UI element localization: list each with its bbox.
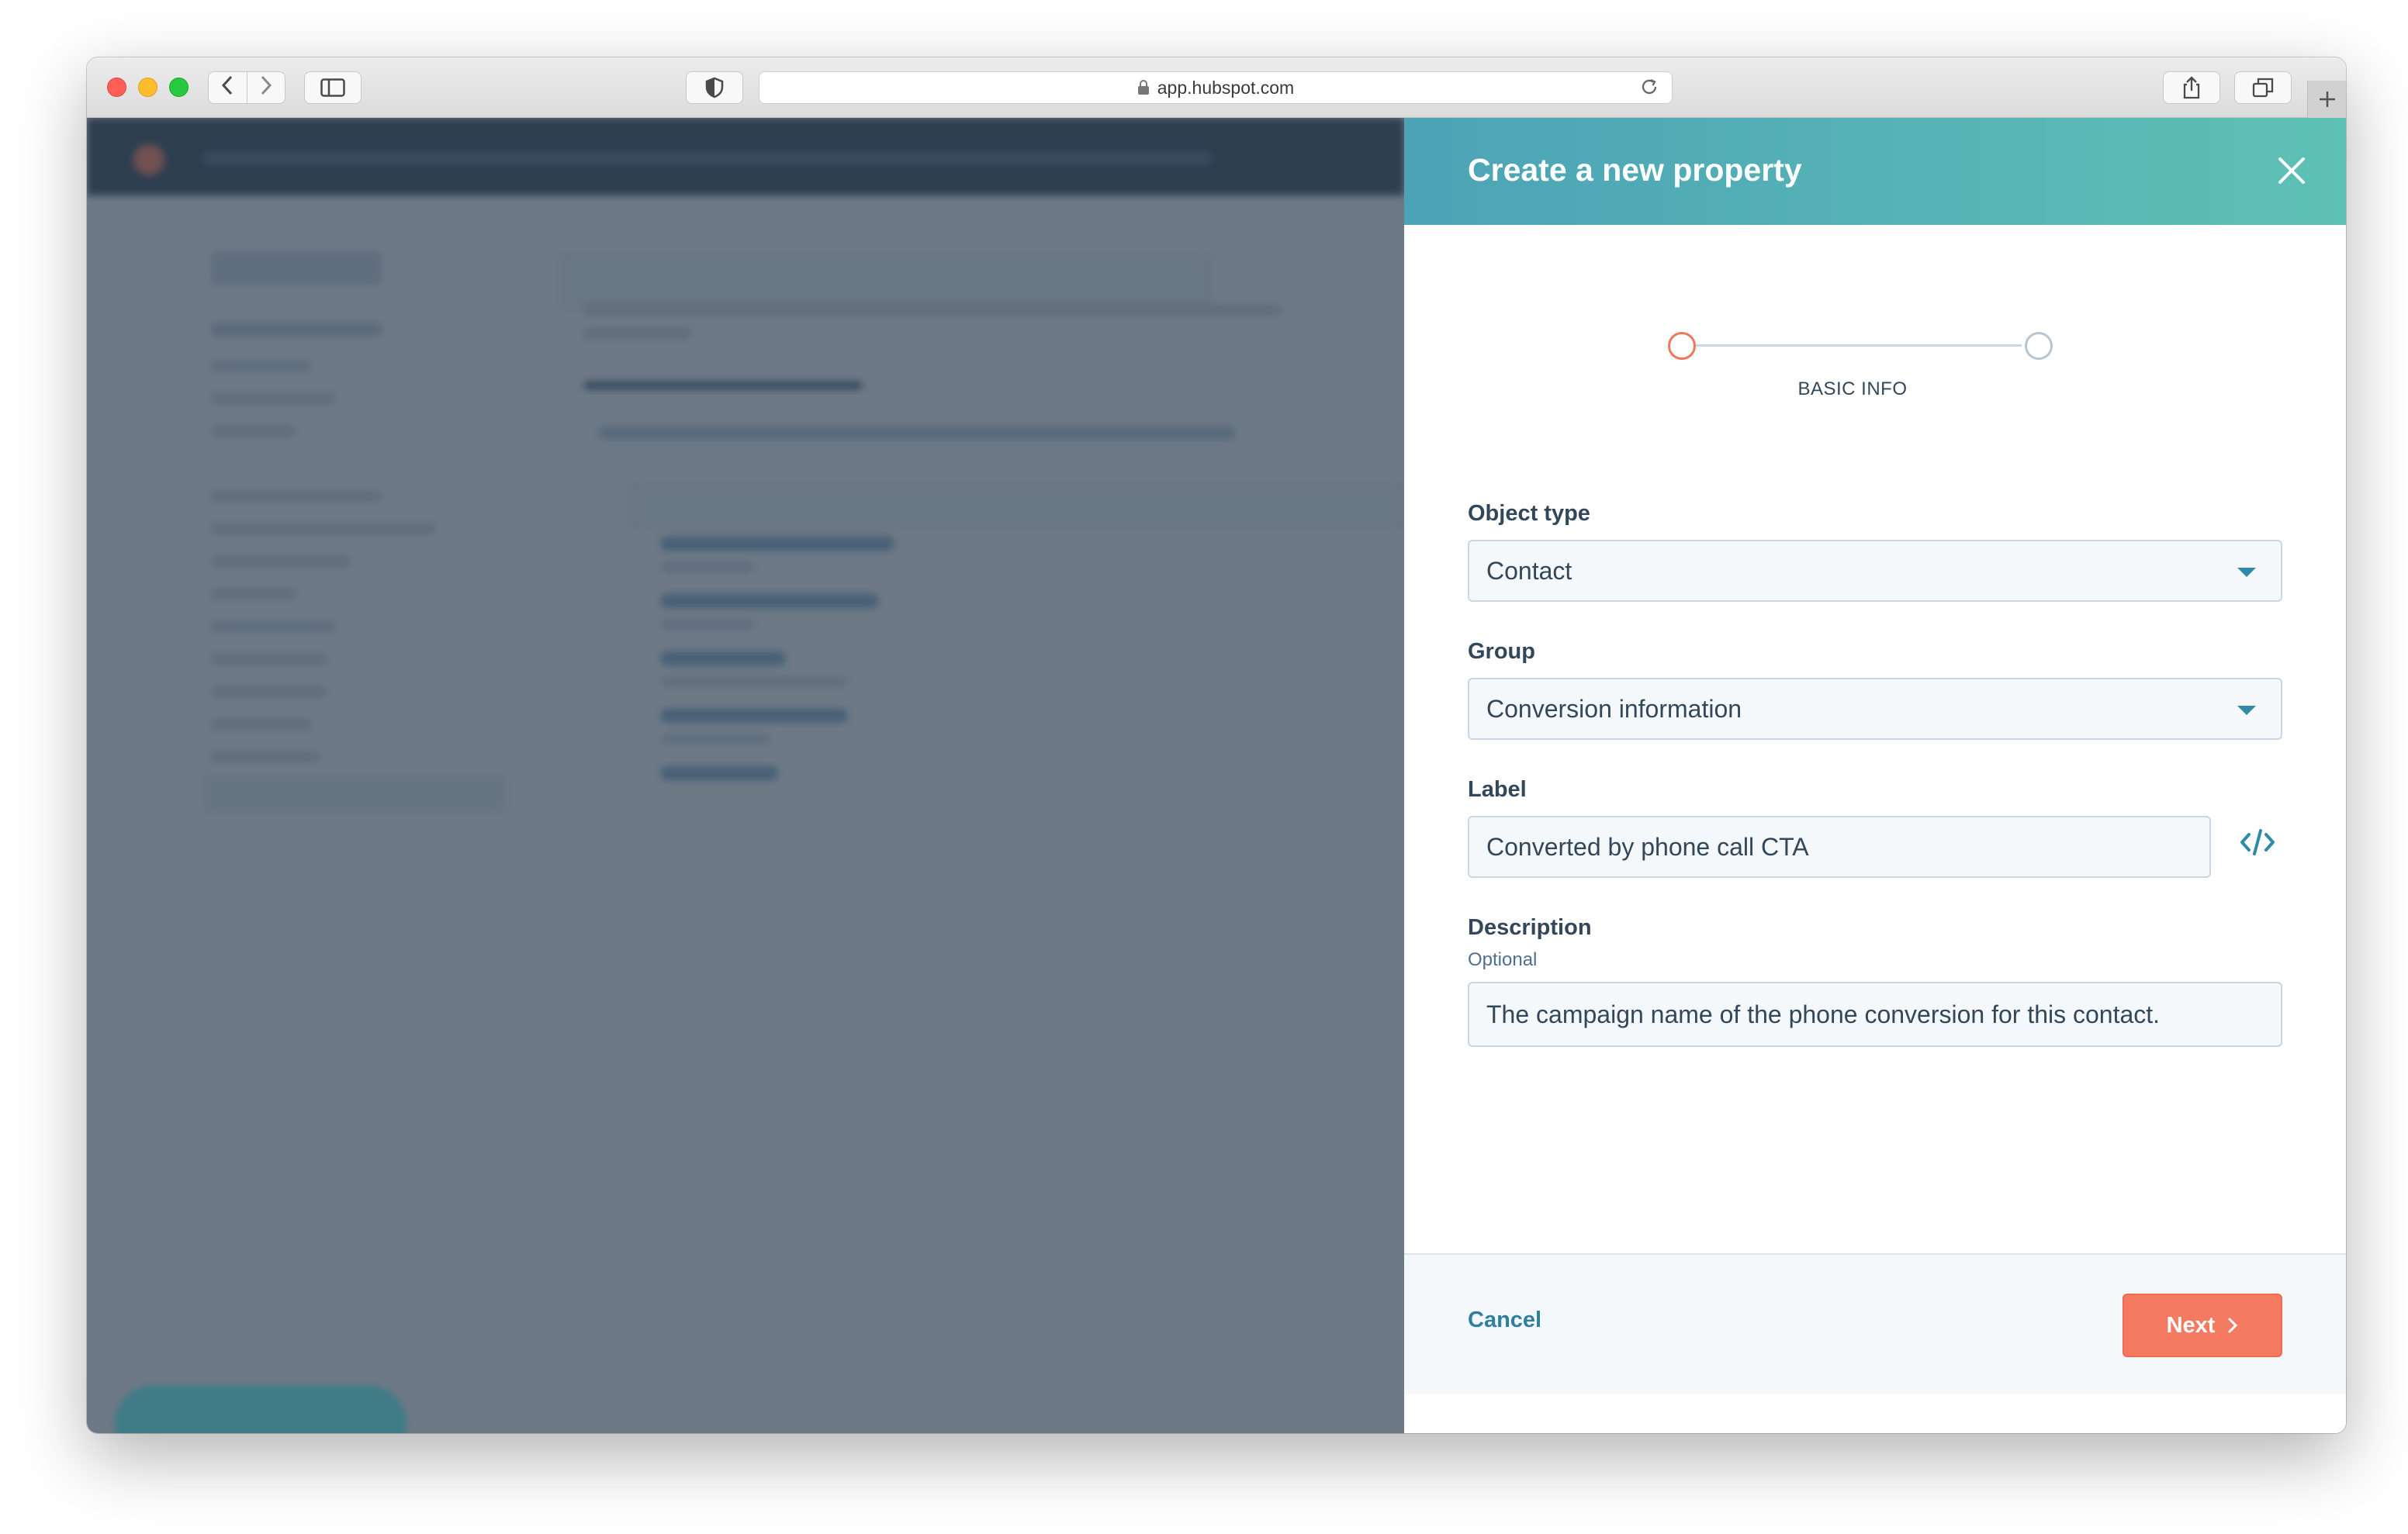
background-settings-page: [87, 118, 1404, 1433]
object-type-select[interactable]: Contact: [1468, 540, 2282, 602]
address-bar[interactable]: app.hubspot.com: [759, 71, 1673, 104]
privacy-report-button[interactable]: [686, 71, 743, 104]
cancel-button[interactable]: Cancel: [1468, 1308, 1541, 1333]
internal-name-toggle-button[interactable]: [2234, 819, 2281, 865]
browser-window: app.hubspot.com Create a new property BA…: [87, 57, 2346, 1433]
create-property-panel: Create a new property BASIC INFO Object …: [1404, 118, 2346, 1433]
description-input[interactable]: The campaign name of the phone conversio…: [1468, 982, 2282, 1047]
close-window-button[interactable]: [107, 78, 126, 97]
modal-backdrop-overlay[interactable]: [87, 118, 1404, 1433]
reload-button[interactable]: [1639, 77, 1659, 102]
browser-titlebar: app.hubspot.com: [87, 57, 2346, 118]
close-panel-button[interactable]: [2271, 150, 2312, 191]
background-chat-launcher: [115, 1385, 407, 1433]
share-icon: [2183, 76, 2200, 99]
object-type-value: Contact: [1486, 556, 1572, 585]
chevron-right-icon: [261, 75, 272, 95]
forward-button[interactable]: [247, 75, 285, 101]
share-button[interactable]: [2163, 71, 2220, 104]
current-step-label: BASIC INFO: [1797, 378, 1908, 399]
object-type-label: Object type: [1468, 501, 1590, 526]
zoom-window-button[interactable]: [169, 78, 189, 97]
caret-down-icon: [2237, 706, 2256, 715]
description-optional-hint: Optional: [1468, 949, 1538, 970]
stepper-line: [1696, 344, 2022, 347]
next-button-label: Next: [2166, 1312, 2216, 1338]
close-icon: [2278, 157, 2305, 184]
new-tab-button[interactable]: [2307, 81, 2346, 118]
panel-header: Create a new property: [1404, 118, 2346, 225]
reload-icon: [1642, 78, 1657, 95]
next-button[interactable]: Next: [2123, 1294, 2282, 1357]
url-text: app.hubspot.com: [1157, 77, 1295, 98]
label-input[interactable]: Converted by phone call CTA: [1468, 816, 2211, 878]
group-value: Conversion information: [1486, 694, 1742, 723]
progress-stepper: BASIC INFO: [1666, 329, 2053, 406]
sidebar-icon: [320, 78, 345, 97]
back-button[interactable]: [209, 75, 247, 101]
history-nav-group: [208, 71, 285, 104]
description-input-value: The campaign name of the phone conversio…: [1486, 1000, 2161, 1028]
group-label: Group: [1468, 639, 1535, 664]
panel-title: Create a new property: [1468, 152, 1802, 188]
step-2-indicator: [2025, 332, 2053, 360]
panel-footer: Cancel Next: [1404, 1253, 2346, 1433]
chevron-right-icon: [2228, 1318, 2238, 1333]
lock-icon: [1137, 80, 1149, 95]
shield-icon: [705, 77, 724, 98]
caret-down-icon: [2237, 568, 2256, 577]
label-field-label: Label: [1468, 777, 1527, 802]
tab-overview-button[interactable]: [2234, 71, 2292, 104]
sidebar-toggle-button[interactable]: [304, 71, 362, 104]
tabs-icon: [2252, 78, 2274, 98]
chevron-left-icon: [222, 75, 233, 95]
label-input-value: Converted by phone call CTA: [1486, 832, 1809, 861]
step-1-indicator: [1668, 332, 1696, 360]
code-icon: [2240, 829, 2275, 855]
description-label: Description: [1468, 915, 1592, 940]
minimize-window-button[interactable]: [138, 78, 157, 97]
plus-icon: [2319, 92, 2335, 107]
panel-bottom-strip: [1404, 1394, 2346, 1433]
group-select[interactable]: Conversion information: [1468, 678, 2282, 740]
